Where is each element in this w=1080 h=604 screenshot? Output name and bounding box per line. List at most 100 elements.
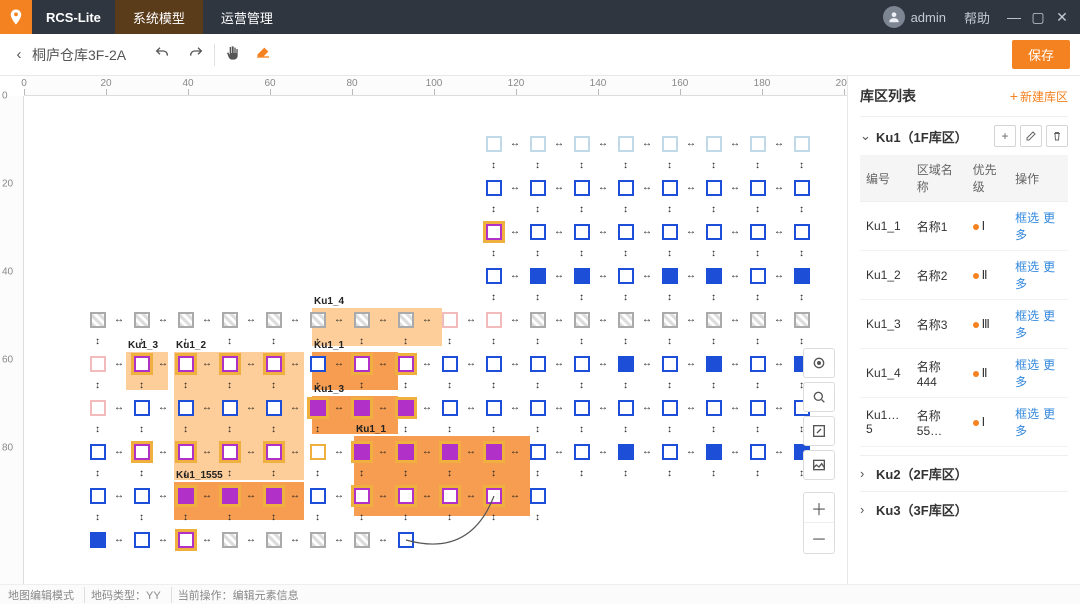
accordion-head-ku1[interactable]: ⌄ Ku1（1F库区） + xyxy=(860,125,1068,147)
tool-fit-button[interactable] xyxy=(803,416,835,446)
grid-node[interactable] xyxy=(750,136,766,152)
window-maximize-icon[interactable]: ▢ xyxy=(1028,9,1048,26)
window-close-icon[interactable]: ✕ xyxy=(1052,9,1072,26)
grid-node[interactable] xyxy=(486,488,502,504)
grid-node[interactable] xyxy=(706,268,722,284)
table-row[interactable]: Ku1_2名称2Ⅱ框选更多 xyxy=(860,251,1068,300)
zone-edit-button[interactable] xyxy=(1020,125,1042,147)
grid-node[interactable] xyxy=(574,224,590,240)
grid-node[interactable] xyxy=(750,312,766,328)
grid-node[interactable] xyxy=(574,180,590,196)
grid-node[interactable] xyxy=(618,312,634,328)
grid-node[interactable] xyxy=(662,180,678,196)
grid-node[interactable] xyxy=(618,268,634,284)
help-link[interactable]: 帮助 xyxy=(964,8,990,27)
grid-node[interactable] xyxy=(662,268,678,284)
grid-node[interactable] xyxy=(134,312,150,328)
grid-node[interactable] xyxy=(178,356,194,372)
grid-node[interactable] xyxy=(134,444,150,460)
grid-node[interactable] xyxy=(354,312,370,328)
grid-node[interactable] xyxy=(398,400,414,416)
grid-node[interactable] xyxy=(354,532,370,548)
grid-node[interactable] xyxy=(574,136,590,152)
grid-node[interactable] xyxy=(662,444,678,460)
grid-node[interactable] xyxy=(530,136,546,152)
grid-node[interactable] xyxy=(398,356,414,372)
grid-node[interactable] xyxy=(222,532,238,548)
zoom-in-button[interactable]: ＋ xyxy=(804,493,834,523)
grid-node[interactable] xyxy=(486,180,502,196)
zone-add-button[interactable]: + xyxy=(994,125,1016,147)
grid-node[interactable] xyxy=(794,312,810,328)
pan-tool-button[interactable] xyxy=(225,45,241,64)
tool-target-button[interactable] xyxy=(803,348,835,378)
grid-node[interactable] xyxy=(354,400,370,416)
grid-node[interactable] xyxy=(706,180,722,196)
grid-node[interactable] xyxy=(442,356,458,372)
save-button[interactable]: 保存 xyxy=(1012,40,1070,69)
grid-node[interactable] xyxy=(794,180,810,196)
grid-node[interactable] xyxy=(310,532,326,548)
canvas-area[interactable]: 020406080100120140160180200 020406080 Ku… xyxy=(0,76,848,584)
grid-node[interactable] xyxy=(398,532,414,548)
new-zone-button[interactable]: +新建库区 xyxy=(1010,88,1068,105)
grid-node[interactable] xyxy=(750,224,766,240)
grid-node[interactable] xyxy=(706,444,722,460)
eraser-tool-button[interactable] xyxy=(255,45,271,64)
grid-node[interactable] xyxy=(222,444,238,460)
grid-node[interactable] xyxy=(574,444,590,460)
grid-node[interactable] xyxy=(354,488,370,504)
grid-node[interactable] xyxy=(662,136,678,152)
grid-node[interactable] xyxy=(530,356,546,372)
grid-node[interactable] xyxy=(706,400,722,416)
zoom-out-button[interactable]: － xyxy=(804,523,834,553)
username[interactable]: admin xyxy=(911,10,946,25)
nav-tab-system-model[interactable]: 系统模型 xyxy=(115,0,203,34)
undo-button[interactable] xyxy=(154,45,170,64)
grid-node[interactable] xyxy=(266,488,282,504)
grid-node[interactable] xyxy=(794,136,810,152)
grid-node[interactable] xyxy=(222,488,238,504)
grid-node[interactable] xyxy=(706,356,722,372)
grid-node[interactable] xyxy=(574,400,590,416)
grid-node[interactable] xyxy=(398,444,414,460)
row-select-button[interactable]: 框选 xyxy=(1015,260,1039,274)
grid-node[interactable] xyxy=(442,444,458,460)
table-row[interactable]: Ku1_3名称3Ⅲ框选更多 xyxy=(860,300,1068,349)
grid-node[interactable] xyxy=(750,444,766,460)
grid-node[interactable] xyxy=(90,532,106,548)
grid-node[interactable] xyxy=(486,312,502,328)
grid-node[interactable] xyxy=(90,400,106,416)
table-row[interactable]: Ku1_1名称1Ⅰ框选更多 xyxy=(860,202,1068,251)
accordion-head-ku2[interactable]: › Ku2（2F库区） xyxy=(860,464,1068,483)
grid-node[interactable] xyxy=(442,312,458,328)
grid-node[interactable] xyxy=(574,312,590,328)
grid-node[interactable] xyxy=(222,400,238,416)
grid-node[interactable] xyxy=(266,400,282,416)
grid-node[interactable] xyxy=(134,400,150,416)
row-select-button[interactable]: 框选 xyxy=(1015,407,1039,421)
grid-node[interactable] xyxy=(178,400,194,416)
grid-node[interactable] xyxy=(222,312,238,328)
grid-node[interactable] xyxy=(662,400,678,416)
grid-node[interactable] xyxy=(530,444,546,460)
grid-node[interactable] xyxy=(618,224,634,240)
zone-delete-button[interactable] xyxy=(1046,125,1068,147)
row-select-button[interactable]: 框选 xyxy=(1015,211,1039,225)
grid-node[interactable] xyxy=(750,180,766,196)
grid-node[interactable] xyxy=(486,400,502,416)
grid-node[interactable] xyxy=(662,312,678,328)
grid-node[interactable] xyxy=(794,268,810,284)
grid-node[interactable] xyxy=(530,180,546,196)
grid-node[interactable] xyxy=(706,136,722,152)
grid-node[interactable] xyxy=(530,224,546,240)
grid-node[interactable] xyxy=(310,356,326,372)
tool-image-button[interactable] xyxy=(803,450,835,480)
grid-node[interactable] xyxy=(618,400,634,416)
grid-node[interactable] xyxy=(662,356,678,372)
grid-node[interactable] xyxy=(178,488,194,504)
grid-node[interactable] xyxy=(354,444,370,460)
grid-node[interactable] xyxy=(178,312,194,328)
grid-node[interactable] xyxy=(134,488,150,504)
grid-node[interactable] xyxy=(178,532,194,548)
